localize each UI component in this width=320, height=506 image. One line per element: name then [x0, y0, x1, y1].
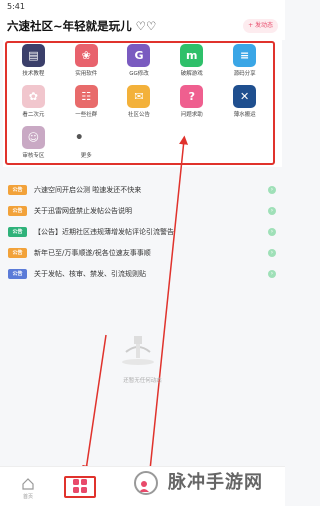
announcement-badge: 公告 — [8, 248, 27, 258]
highlight-box-tab — [64, 476, 96, 498]
announcement-row[interactable]: 公告 关于迅雷网盘禁止发帖公告说明 › — [0, 201, 285, 221]
announcement-text: 关于发帖、核审、禁发、引流规则贴 — [34, 270, 146, 278]
announcement-text: 关于迅雷网盘禁止发帖公告说明 — [34, 207, 132, 215]
announcement-badge: 公告 — [8, 227, 27, 237]
announcement-text: 【公告】近期社区违规薄增发帖评论引流警告 — [34, 228, 174, 236]
announcement-row[interactable]: 公告 【公告】近期社区违规薄增发帖评论引流警告 › — [0, 222, 285, 242]
empty-text: 还暂无任何动态 — [123, 378, 162, 384]
announcement-row[interactable]: 公告 新年已至/万事顺遂/祝各位速友事事顺 › — [0, 243, 285, 263]
announcement-text: 新年已至/万事顺遂/祝各位速友事事顺 — [34, 249, 151, 257]
watermark-logo-icon — [134, 471, 158, 495]
empty-illustration-icon — [122, 336, 154, 365]
chevron-right-icon: › — [268, 228, 276, 236]
empty-state: 还暂无任何动态 — [0, 325, 285, 385]
announcement-row[interactable]: 公告 关于发帖、核审、禁发、引流规则贴 › — [0, 264, 285, 284]
announcement-row[interactable]: 公告 六速空间开启公测 啦速发还不快来 › — [0, 180, 285, 200]
home-icon — [22, 478, 34, 490]
announcement-badge: 公告 — [8, 269, 27, 279]
chevron-right-icon: › — [268, 249, 276, 257]
tab-home-label: 首页 — [22, 494, 33, 500]
announcement-list: 公告 六速空间开启公测 啦速发还不快来 › 公告 关于迅雷网盘禁止发帖公告说明 › 公告 【公… — [0, 180, 285, 285]
announcement-text: 六速空间开启公测 啦速发还不快来 — [34, 186, 142, 194]
tab-home[interactable]: 首页 — [8, 467, 48, 506]
chevron-right-icon: › — [268, 186, 276, 194]
announcement-badge: 公告 — [8, 185, 27, 195]
chevron-right-icon: › — [268, 270, 276, 278]
announcement-badge: 公告 — [8, 206, 27, 216]
watermark: 脉冲手游网 — [168, 472, 263, 493]
chevron-right-icon: › — [268, 207, 276, 215]
